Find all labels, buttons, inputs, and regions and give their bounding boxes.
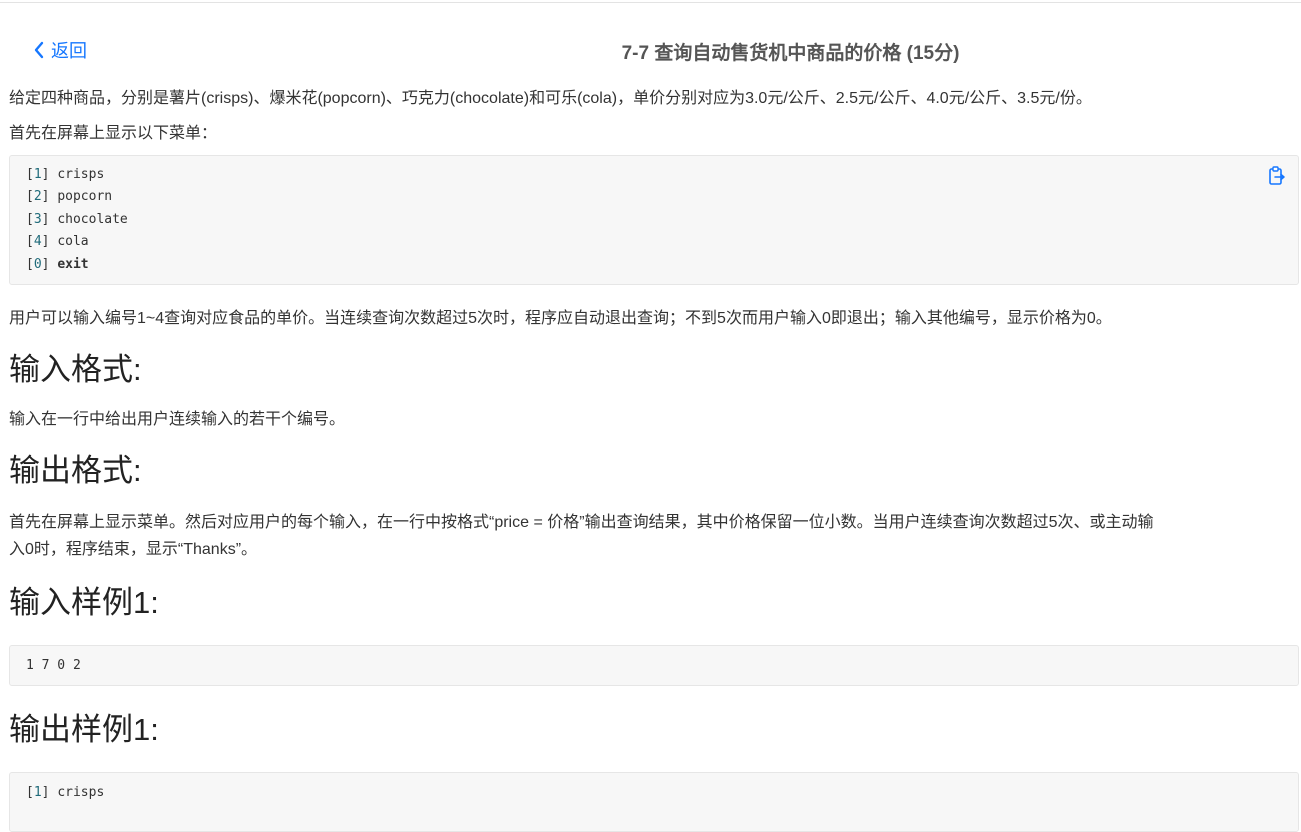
description-paragraph: 给定四种商品，分别是薯片(crisps)、爆米花(popcorn)、巧克力(ch…: [9, 90, 1092, 107]
output-format-line: 首先在屏幕上显示菜单。然后对应用户的每个输入，在一行中按格式“price = 价…: [9, 514, 1154, 531]
output-format-heading: 输出格式:: [9, 453, 142, 488]
code-line: [3] chocolate: [26, 211, 128, 227]
menu-number: 0: [33, 256, 42, 272]
menu-label: exit: [57, 256, 89, 272]
problem-content: 给定四种商品，分别是薯片(crisps)、爆米花(popcorn)、巧克力(ch…: [9, 85, 1299, 832]
problem-header: 返回 7-7 查询自动售货机中商品的价格 (15分): [0, 30, 1301, 70]
menu-label: popcorn: [57, 189, 113, 205]
menu-label: cola: [57, 234, 89, 250]
page-title: 7-7 查询自动售货机中商品的价格 (15分): [621, 43, 960, 64]
menu-number: 2: [33, 189, 42, 205]
code-line: [2] popcorn: [26, 189, 113, 205]
menu-number: 1: [33, 785, 42, 800]
menu-number: 1: [33, 167, 42, 182]
sample-input-heading: 输入样例1:: [9, 585, 159, 620]
code-line: [1] crisps: [26, 785, 105, 800]
menu-label: chocolate: [57, 211, 128, 227]
clipboard-copy-icon[interactable]: [1268, 166, 1286, 186]
menu-number: 3: [33, 211, 42, 227]
output-format-line: 入0时，程序结束，显示“Thanks”。: [9, 541, 258, 558]
top-divider: [0, 2, 1301, 3]
code-line: [0] exit: [26, 256, 89, 272]
menu-label: crisps: [57, 167, 105, 182]
rules-paragraph: 用户可以输入编号1~4查询对应食品的单价。当连续查询次数超过5次时，程序应自动退…: [9, 310, 1112, 327]
menu-label: crisps: [57, 785, 105, 800]
input-format-heading: 输入格式:: [9, 352, 142, 387]
code-line: [4] cola: [26, 234, 89, 250]
code-line: [1] crisps: [26, 167, 105, 182]
code-line: 1 7 0 2: [26, 658, 81, 673]
sample-output-code-block: [1] crisps: [9, 772, 1299, 832]
menu-code-block: [1] crisps [2] popcorn [3] chocolate [4]…: [9, 155, 1299, 285]
sample-output-heading: 输出样例1:: [9, 712, 159, 747]
input-format-text: 输入在一行中给出用户连续输入的若干个编号。: [9, 411, 346, 428]
output-format-text: 首先在屏幕上显示菜单。然后对应用户的每个输入，在一行中按格式“price = 价…: [9, 509, 1299, 563]
menu-number: 4: [33, 234, 42, 250]
sample-input-code-block: 1 7 0 2: [9, 645, 1299, 686]
menu-intro-paragraph: 首先在屏幕上显示以下菜单：: [9, 125, 218, 142]
